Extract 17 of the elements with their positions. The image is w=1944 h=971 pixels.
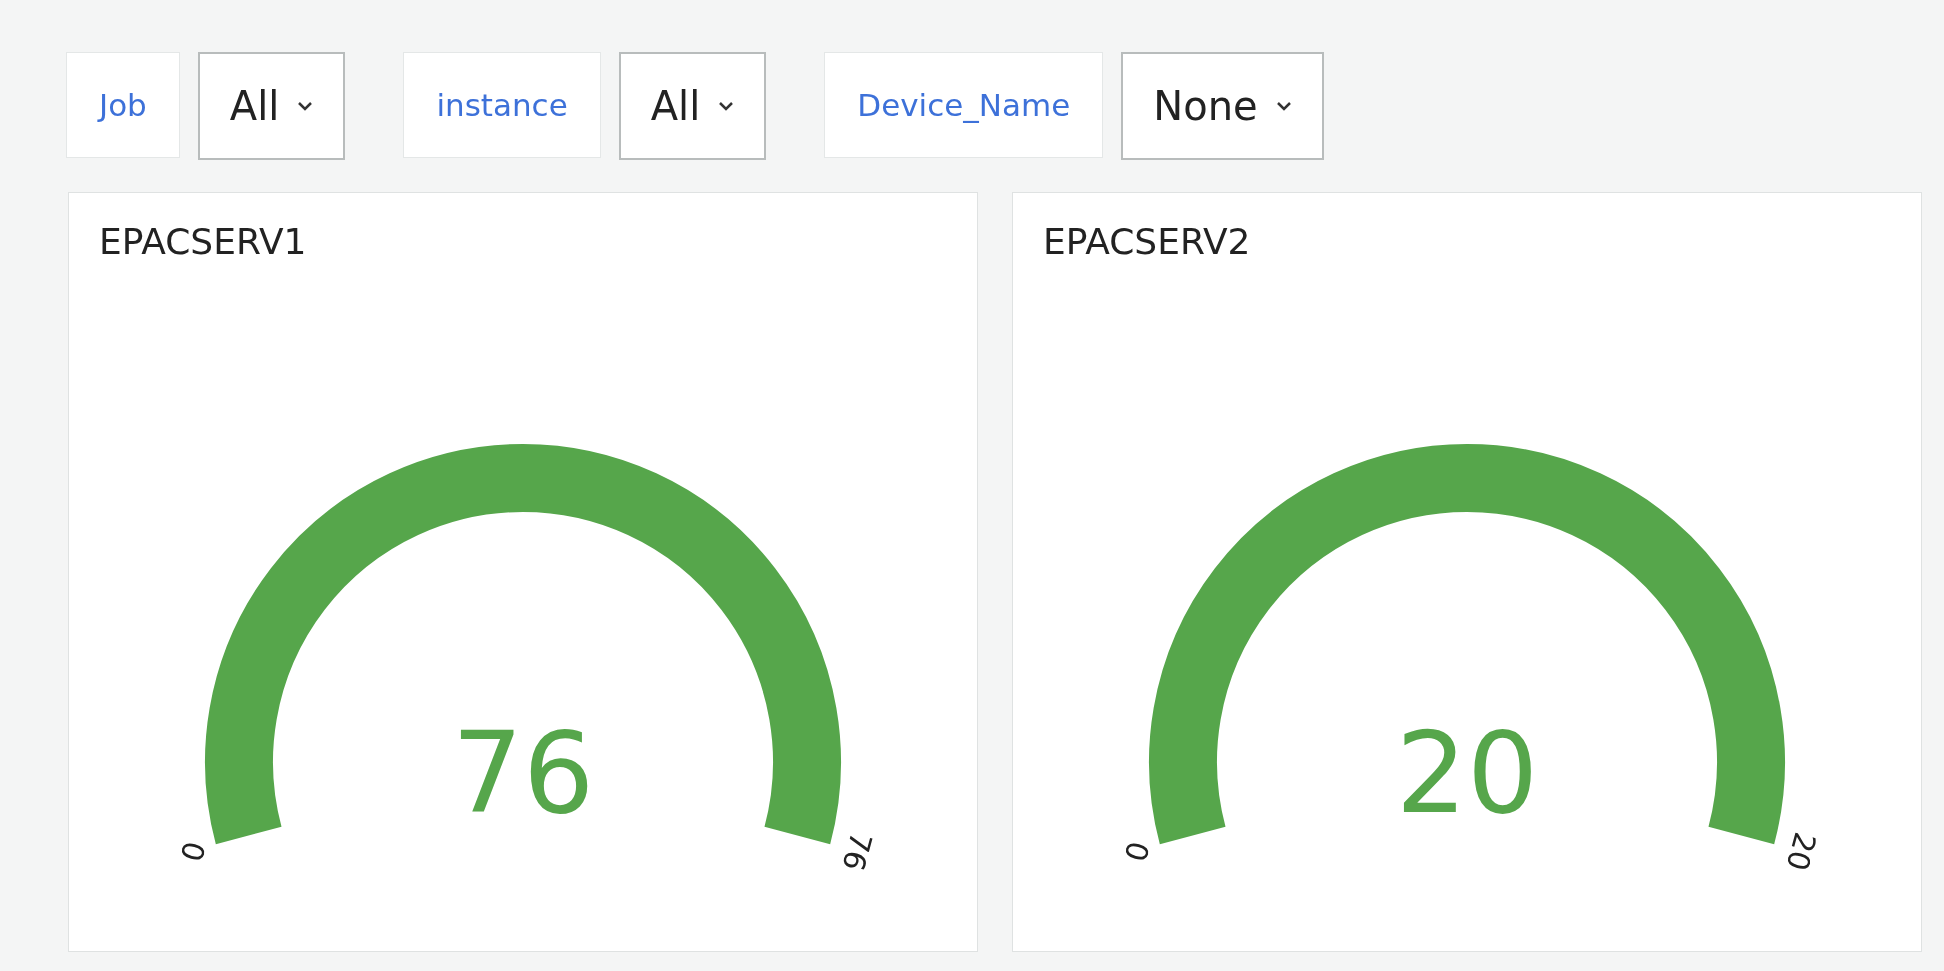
gauge-value: 76: [451, 708, 595, 838]
variable-label: Job: [66, 52, 180, 158]
gauge-min-label: 0: [1117, 837, 1157, 866]
gauge-max-label: 76: [835, 828, 880, 875]
gauge-value: 20: [1395, 708, 1539, 838]
caret-icon: [1275, 101, 1292, 111]
caret-icon: [297, 101, 314, 111]
panel-title: EPACSERV1: [98, 220, 307, 262]
variable-dropdown[interactable]: None: [1121, 52, 1324, 160]
variable-label: instance: [403, 52, 601, 158]
caret-icon: [718, 101, 735, 111]
variable-dropdown[interactable]: All: [618, 52, 767, 160]
gauge-max-label: 20: [1779, 828, 1824, 875]
gauge-min-label: 0: [173, 837, 213, 866]
variable-label: Device_Name: [824, 52, 1104, 158]
variable-dropdown[interactable]: All: [197, 52, 346, 160]
panel-title: EPACSERV2: [1042, 220, 1251, 262]
